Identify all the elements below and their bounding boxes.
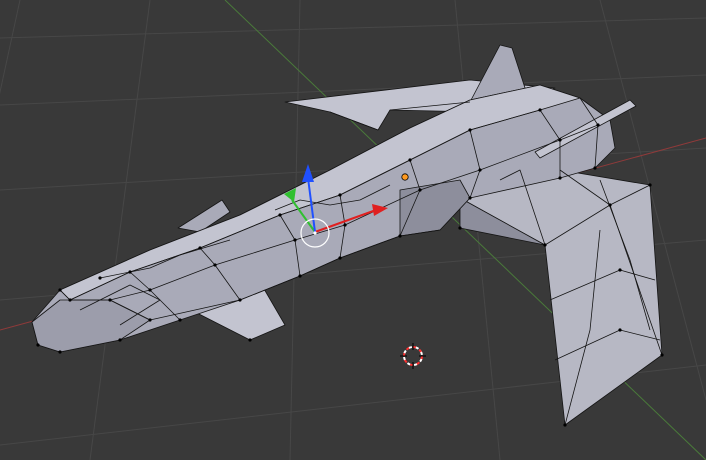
gizmo-z-arrow[interactable] [302,164,314,182]
3d-viewport[interactable] [0,0,706,460]
spaceship-mesh[interactable] [31,44,664,427]
3d-cursor-icon[interactable] [400,343,426,369]
gizmo-center-dot [313,231,317,235]
right-wing[interactable] [459,169,663,426]
object-origin-pivot[interactable] [401,173,409,181]
viewport-canvas[interactable] [0,0,706,460]
